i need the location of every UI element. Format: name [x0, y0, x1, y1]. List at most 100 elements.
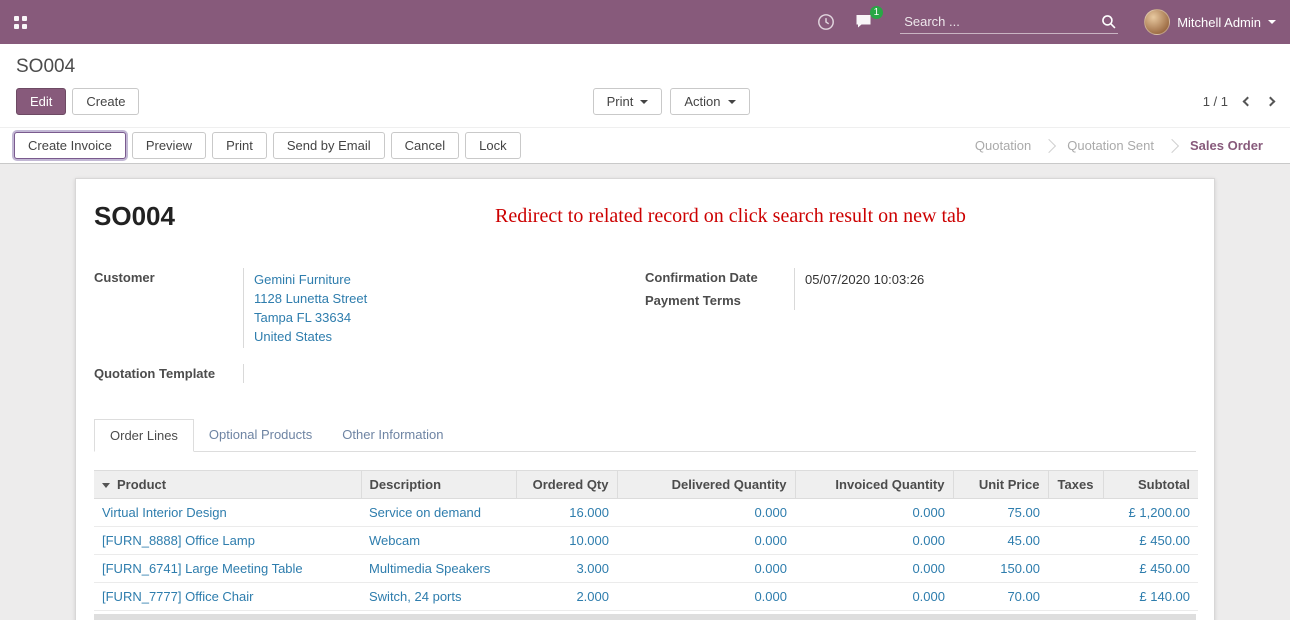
pager-previous-icon[interactable] — [1243, 97, 1253, 107]
col-header-delivered-qty[interactable]: Delivered Quantity — [617, 471, 795, 499]
create-invoice-button[interactable]: Create Invoice — [14, 132, 126, 159]
cell-description[interactable]: Webcam — [361, 527, 516, 555]
chevron-down-icon — [640, 100, 648, 104]
cell-unit-price[interactable]: 70.00 — [953, 583, 1048, 611]
col-header-ordered-qty[interactable]: Ordered Qty — [516, 471, 617, 499]
quotation-template-value[interactable] — [244, 364, 645, 383]
confirmation-date-label: Confirmation Date — [645, 268, 795, 291]
cell-product[interactable]: [FURN_7777] Office Chair — [94, 583, 361, 611]
cell-delivered-qty[interactable]: 0.000 — [617, 499, 795, 527]
send-by-email-button[interactable]: Send by Email — [273, 132, 385, 159]
cell-delivered-qty[interactable]: 0.000 — [617, 555, 795, 583]
col-header-unit-price[interactable]: Unit Price — [953, 471, 1048, 499]
cell-taxes[interactable] — [1048, 499, 1103, 527]
cell-delivered-qty[interactable]: 0.000 — [617, 583, 795, 611]
state-quotation[interactable]: Quotation — [962, 134, 1044, 157]
col-header-description[interactable]: Description — [361, 471, 516, 499]
preview-button[interactable]: Preview — [132, 132, 206, 159]
field-confirmation-date: Confirmation Date 05/07/2020 10:03:26 — [645, 268, 1196, 291]
cell-subtotal[interactable]: £ 450.00 — [1103, 527, 1198, 555]
col-header-taxes[interactable]: Taxes — [1048, 471, 1103, 499]
print-button[interactable]: Print — [212, 132, 267, 159]
form-sheet: SO004 Redirect to related record on clic… — [75, 178, 1215, 620]
control-panel: SO004 Edit Create Print Action 1 / 1 — [0, 44, 1290, 127]
order-lines-table: Product Description Ordered Qty Delivere… — [94, 470, 1198, 611]
user-menu[interactable]: Mitchell Admin — [1144, 9, 1276, 35]
cell-product[interactable]: Virtual Interior Design — [94, 499, 361, 527]
status-pipeline: Quotation Quotation Sent Sales Order — [962, 134, 1276, 157]
cell-description[interactable]: Service on demand — [361, 499, 516, 527]
col-header-product[interactable]: Product — [94, 471, 361, 499]
cell-unit-price[interactable]: 75.00 — [953, 499, 1048, 527]
cell-taxes[interactable] — [1048, 527, 1103, 555]
cell-delivered-qty[interactable]: 0.000 — [617, 527, 795, 555]
page-title: SO004 — [94, 201, 175, 232]
cell-ordered-qty[interactable]: 2.000 — [516, 583, 617, 611]
cell-ordered-qty[interactable]: 10.000 — [516, 527, 617, 555]
chevron-down-icon — [728, 100, 736, 104]
tab-optional-products[interactable]: Optional Products — [194, 419, 327, 451]
field-column-right: Confirmation Date 05/07/2020 10:03:26 Pa… — [645, 268, 1196, 383]
cell-invoiced-qty[interactable]: 0.000 — [795, 499, 953, 527]
state-sales-order[interactable]: Sales Order — [1177, 134, 1276, 157]
cell-subtotal[interactable]: £ 140.00 — [1103, 583, 1198, 611]
cell-description[interactable]: Multimedia Speakers — [361, 555, 516, 583]
cell-product[interactable]: [FURN_8888] Office Lamp — [94, 527, 361, 555]
tab-other-information[interactable]: Other Information — [327, 419, 458, 451]
cell-taxes[interactable] — [1048, 555, 1103, 583]
customer-label: Customer — [94, 268, 244, 348]
table-header-row: Product Description Ordered Qty Delivere… — [94, 471, 1198, 499]
field-column-left: Customer Gemini Furniture 1128 Lunetta S… — [94, 268, 645, 383]
search-icon[interactable] — [1101, 14, 1116, 29]
edit-button[interactable]: Edit — [16, 88, 66, 115]
edit-create-group: Edit Create — [16, 88, 139, 115]
global-search — [900, 10, 1118, 34]
tab-order-lines[interactable]: Order Lines — [94, 419, 194, 452]
pager-counter: 1 / 1 — [1203, 94, 1228, 109]
field-quotation-template: Quotation Template — [94, 364, 645, 383]
table-row[interactable]: [FURN_6741] Large Meeting Table Multimed… — [94, 555, 1198, 583]
user-name: Mitchell Admin — [1177, 15, 1261, 30]
create-button[interactable]: Create — [72, 88, 139, 115]
annotation-note: Redirect to related record on click sear… — [175, 201, 1196, 228]
lock-button[interactable]: Lock — [465, 132, 520, 159]
chevron-down-icon — [1268, 20, 1276, 24]
table-row[interactable]: Virtual Interior Design Service on deman… — [94, 499, 1198, 527]
field-group: Customer Gemini Furniture 1128 Lunetta S… — [94, 268, 1196, 383]
cell-unit-price[interactable]: 45.00 — [953, 527, 1048, 555]
quotation-template-label: Quotation Template — [94, 364, 244, 383]
pager-next-icon[interactable] — [1266, 97, 1276, 107]
print-menu-button[interactable]: Print — [593, 88, 663, 115]
cell-product[interactable]: [FURN_6741] Large Meeting Table — [94, 555, 361, 583]
activities-clock-icon[interactable] — [817, 13, 835, 31]
field-customer: Customer Gemini Furniture 1128 Lunetta S… — [94, 268, 645, 348]
table-scrollbar[interactable] — [94, 614, 1196, 620]
cell-invoiced-qty[interactable]: 0.000 — [795, 555, 953, 583]
messages-icon[interactable]: 1 — [855, 14, 874, 30]
action-menu-button[interactable]: Action — [670, 88, 749, 115]
payment-terms-label: Payment Terms — [645, 291, 795, 310]
cell-invoiced-qty[interactable]: 0.000 — [795, 583, 953, 611]
search-input[interactable] — [902, 13, 1101, 30]
avatar — [1144, 9, 1170, 35]
sort-caret-icon[interactable] — [102, 483, 110, 488]
payment-terms-value[interactable] — [795, 291, 1196, 310]
state-quotation-sent[interactable]: Quotation Sent — [1054, 134, 1167, 157]
apps-menu-icon[interactable] — [14, 16, 27, 29]
cell-description[interactable]: Switch, 24 ports — [361, 583, 516, 611]
cancel-button[interactable]: Cancel — [391, 132, 459, 159]
col-header-invoiced-qty[interactable]: Invoiced Quantity — [795, 471, 953, 499]
cell-unit-price[interactable]: 150.00 — [953, 555, 1048, 583]
cell-ordered-qty[interactable]: 16.000 — [516, 499, 617, 527]
cell-subtotal[interactable]: £ 450.00 — [1103, 555, 1198, 583]
table-row[interactable]: [FURN_7777] Office Chair Switch, 24 port… — [94, 583, 1198, 611]
cell-subtotal[interactable]: £ 1,200.00 — [1103, 499, 1198, 527]
cell-ordered-qty[interactable]: 3.000 — [516, 555, 617, 583]
cell-taxes[interactable] — [1048, 583, 1103, 611]
topbar: 1 Mitchell Admin — [0, 0, 1290, 44]
col-header-subtotal[interactable]: Subtotal — [1103, 471, 1198, 499]
breadcrumb[interactable]: SO004 — [16, 56, 1274, 78]
cell-invoiced-qty[interactable]: 0.000 — [795, 527, 953, 555]
table-row[interactable]: [FURN_8888] Office Lamp Webcam 10.000 0.… — [94, 527, 1198, 555]
customer-value[interactable]: Gemini Furniture 1128 Lunetta Street Tam… — [244, 268, 645, 348]
